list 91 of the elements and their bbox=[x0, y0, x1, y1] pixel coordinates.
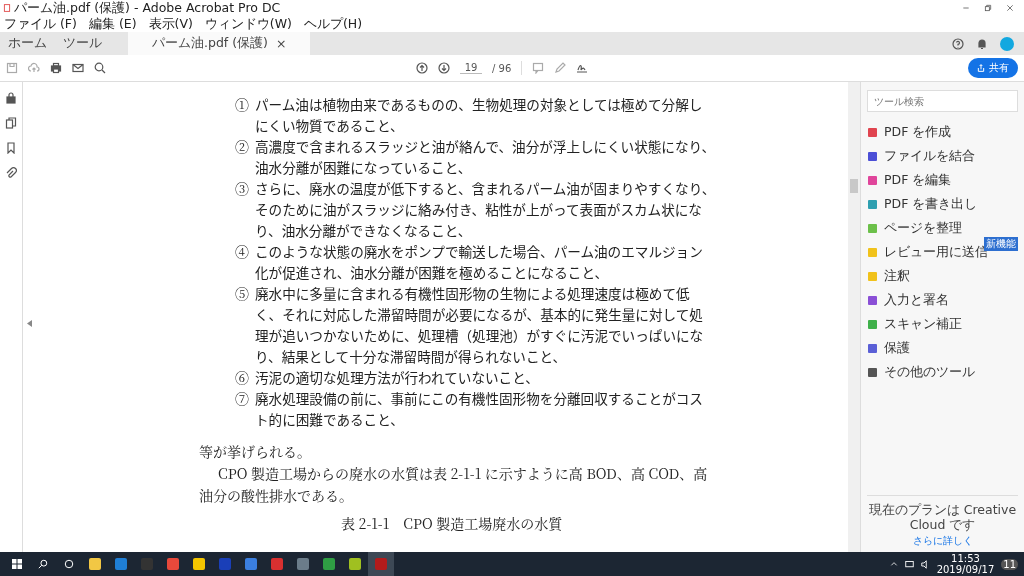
bookmark-icon[interactable] bbox=[5, 142, 17, 154]
signature-icon[interactable] bbox=[576, 62, 589, 74]
scrollbar[interactable] bbox=[848, 82, 860, 552]
list-text: このような状態の廃水をポンプで輸送した場合、パーム油のエマルジョン bbox=[255, 241, 703, 262]
taskbar-app-icon[interactable] bbox=[167, 558, 179, 570]
list-text: り、結果として十分な滞留時間が得られないこと、 bbox=[255, 346, 568, 367]
lock-icon[interactable] bbox=[5, 92, 17, 104]
list-number: ⑦ bbox=[235, 388, 250, 410]
tool-item[interactable]: スキャン補正 bbox=[867, 312, 1018, 336]
pen-icon[interactable] bbox=[554, 62, 567, 74]
list-text: ト的に困難であること、 bbox=[255, 409, 405, 430]
table-caption: 表 2-1-1 CPO 製造工場廃水の水質 bbox=[340, 512, 564, 534]
comment-icon[interactable] bbox=[532, 62, 545, 74]
zoom-icon[interactable] bbox=[94, 62, 106, 74]
collapse-left-icon[interactable] bbox=[27, 320, 32, 327]
pages-icon[interactable] bbox=[5, 117, 17, 129]
bell-icon[interactable] bbox=[976, 37, 988, 50]
list-text: 汚泥の適切な処理方法が行われていないこと、 bbox=[255, 367, 539, 388]
share-button[interactable]: 共有 bbox=[968, 58, 1018, 78]
search-icon[interactable] bbox=[38, 559, 48, 569]
plan-text: 現在のプランは Creative Cloud です bbox=[867, 502, 1018, 532]
paperclip-icon[interactable] bbox=[5, 167, 17, 179]
help-icon[interactable] bbox=[952, 37, 964, 50]
list-text: にくい物質であること、 bbox=[255, 115, 405, 136]
window-title: パーム油.pdf (保護) - Adobe Acrobat Pro DC bbox=[14, 0, 281, 17]
list-text: く、それに対応した滞留時間が必要になるが、基本的に発生量に対して処 bbox=[255, 304, 704, 325]
new-badge: 新機能 bbox=[984, 237, 1018, 251]
list-text: 廃水処理設備の前に、事前にこの有機性固形物を分離回収することがコス bbox=[255, 388, 703, 409]
mail-icon[interactable] bbox=[72, 62, 84, 74]
list-number: ② bbox=[235, 136, 250, 158]
taskbar-app-icon[interactable] bbox=[349, 558, 361, 570]
tool-item[interactable]: PDF を編集 bbox=[867, 168, 1018, 192]
tool-search-field[interactable]: ツール検索 bbox=[867, 90, 1018, 112]
menu-item[interactable]: ヘルプ(H) bbox=[304, 15, 363, 33]
tab[interactable]: ツール bbox=[55, 32, 110, 55]
circle-icon[interactable] bbox=[64, 559, 74, 569]
tool-item[interactable]: ファイルを結合 bbox=[867, 144, 1018, 168]
list-number: ① bbox=[235, 94, 250, 116]
list-number: ③ bbox=[235, 178, 250, 200]
body-text: CPO 製造工場からの廃水の水質は表 2-1-1 に示すように高 BOD、高 COD、高 bbox=[217, 462, 709, 484]
list-text: 理が追いつかないために、処理槽（処理池）がすぐに汚泥でいっぱいにな bbox=[255, 325, 704, 346]
print-icon[interactable] bbox=[50, 62, 62, 74]
tab[interactable]: パーム油.pdf (保護) × bbox=[128, 32, 311, 55]
page-down-icon[interactable] bbox=[438, 62, 450, 74]
list-text: さらに、廃水の温度が低下すると、含まれるパーム油が固まりやすくなり、 bbox=[255, 178, 716, 199]
share-icon bbox=[977, 64, 985, 72]
list-number: ⑤ bbox=[235, 283, 250, 305]
page-number-field[interactable]: 19 bbox=[460, 62, 482, 74]
body-text: 油分の酸性排水である。 bbox=[199, 484, 354, 506]
list-text: そのために油がスラッジに絡み付き、粘性が上がって表面がスカム状にな bbox=[255, 199, 703, 220]
cloud-upload-icon[interactable] bbox=[28, 62, 40, 74]
tool-item[interactable]: 入力と署名 bbox=[867, 288, 1018, 312]
tool-item[interactable]: その他のツール bbox=[867, 360, 1018, 384]
menu-item[interactable]: 編集 (E) bbox=[88, 15, 137, 33]
list-text: 油水分離が困難になっていること、 bbox=[255, 157, 473, 178]
tool-item[interactable]: PDF を作成 bbox=[867, 120, 1018, 144]
menu-item[interactable]: 表示(V) bbox=[148, 15, 193, 33]
taskbar-app-icon[interactable] bbox=[323, 558, 335, 570]
list-text: 高濃度で含まれるスラッジと油が絡んで、油分が浮上しにくい状態になり、 bbox=[255, 136, 716, 157]
tab-close-button[interactable]: × bbox=[276, 36, 287, 51]
learn-more-link[interactable]: さらに詳しく bbox=[912, 534, 973, 548]
restore-icon[interactable] bbox=[984, 4, 992, 12]
chevron-up-icon[interactable] bbox=[889, 560, 898, 568]
menu-item[interactable]: ウィンドウ(W) bbox=[204, 15, 292, 33]
save-icon[interactable] bbox=[6, 62, 18, 74]
clock[interactable]: 11:53 2019/09/17 bbox=[936, 553, 995, 575]
list-number: ④ bbox=[235, 241, 250, 263]
taskbar-app-icon[interactable] bbox=[297, 558, 309, 570]
tool-item[interactable]: 保護 bbox=[867, 336, 1018, 360]
tool-item[interactable]: PDF を書き出し bbox=[867, 192, 1018, 216]
menu-item[interactable]: ファイル (F) bbox=[4, 15, 77, 33]
taskbar-app-icon[interactable] bbox=[271, 558, 283, 570]
list-text: 廃水中に多量に含まれる有機性固形物の生物による処理速度は極めて低 bbox=[255, 283, 691, 304]
list-text: パーム油は植物由来であるものの、生物処理の対象としては極めて分解し bbox=[255, 94, 703, 115]
page-up-icon[interactable] bbox=[416, 62, 428, 74]
close-icon[interactable] bbox=[1006, 4, 1014, 12]
tool-item[interactable]: 注釈 bbox=[867, 264, 1018, 288]
page-total: / 96 bbox=[492, 62, 512, 74]
taskbar-app-icon[interactable] bbox=[245, 558, 257, 570]
list-number: ⑥ bbox=[235, 367, 250, 388]
taskbar-app-icon[interactable] bbox=[193, 558, 205, 570]
taskbar-app-icon[interactable] bbox=[115, 558, 127, 570]
tab[interactable]: ホーム bbox=[0, 32, 55, 55]
speaker-icon[interactable] bbox=[920, 559, 930, 569]
notification-badge[interactable]: 11 bbox=[1001, 558, 1018, 570]
body-text: 等が挙げられる。 bbox=[199, 440, 312, 462]
list-text: 化が促進され、油水分離が困難を極めることになること、 bbox=[255, 262, 610, 283]
taskbar-app-icon[interactable] bbox=[89, 558, 101, 570]
list-text: り、油水分離ができなくなること、 bbox=[255, 220, 473, 241]
windows-icon bbox=[12, 559, 22, 569]
network-icon[interactable] bbox=[904, 559, 914, 569]
